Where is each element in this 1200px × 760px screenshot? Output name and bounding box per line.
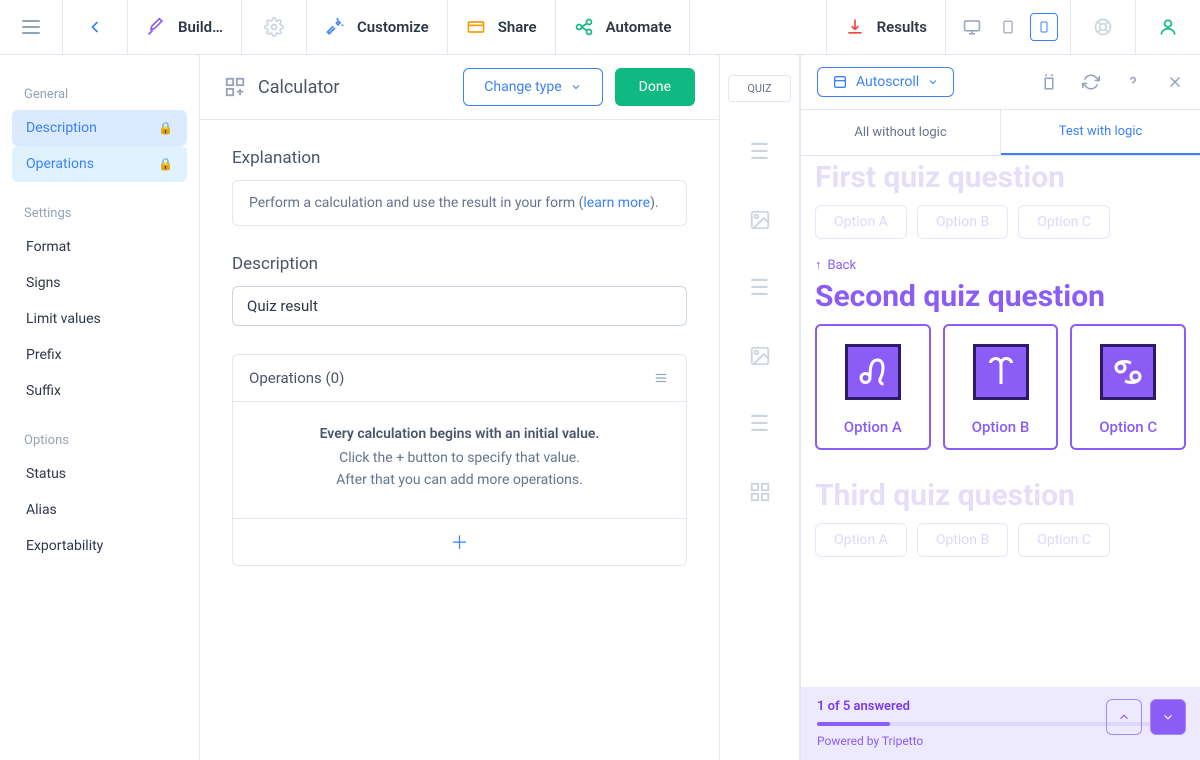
chevron-down-icon (570, 81, 582, 93)
tab-automate[interactable]: Automate (556, 0, 691, 54)
leo-icon (845, 344, 901, 400)
back-link[interactable]: ↑Back (815, 257, 1186, 273)
sidebar-item-prefix[interactable]: Prefix (12, 337, 187, 373)
q2-option-a[interactable]: Option A (815, 324, 931, 450)
settings-sidebar: General Description🔒 Operations🔒 Setting… (0, 55, 200, 760)
device-tablet[interactable] (994, 13, 1022, 41)
description-input[interactable] (232, 286, 687, 326)
quiz-chip[interactable]: QUIZ (728, 75, 791, 102)
outline-list-icon[interactable]: ☰ (720, 390, 799, 458)
q1-option-a[interactable]: Option A (815, 205, 907, 239)
sidebar-group-options: Options (12, 425, 187, 456)
tab-all-without-logic[interactable]: All without logic (801, 110, 1001, 155)
automate-icon (574, 17, 594, 37)
tab-customize[interactable]: Customize (307, 0, 448, 54)
chevron-up-icon (1117, 710, 1131, 724)
q1-option-c[interactable]: Option C (1018, 205, 1110, 239)
outline-image-icon[interactable] (720, 186, 799, 254)
next-question-button[interactable] (1150, 699, 1186, 735)
cancer-icon (1100, 344, 1156, 400)
q3-option-a[interactable]: Option A (815, 523, 907, 557)
question-3-title: Third quiz question (815, 478, 1186, 513)
tab-share[interactable]: Share (448, 0, 556, 54)
outline-calc-icon[interactable] (720, 458, 799, 526)
done-button[interactable]: Done (615, 68, 695, 106)
q2-option-c[interactable]: Option C (1070, 324, 1186, 450)
operations-title: Operations (0) (249, 369, 344, 387)
refresh-icon[interactable] (1082, 73, 1100, 91)
sidebar-item-description[interactable]: Description🔒 (12, 110, 187, 146)
close-icon[interactable] (1166, 73, 1184, 91)
add-operation-button[interactable]: ＋ (233, 518, 686, 565)
help-button[interactable] (1071, 0, 1136, 54)
form-outline: QUIZ ☰ ☰ ☰ (720, 55, 800, 760)
chevron-left-icon (85, 17, 105, 37)
autoscroll-icon (832, 74, 848, 90)
q1-option-b[interactable]: Option B (917, 205, 1008, 239)
tablet-icon (1001, 18, 1015, 36)
lock-icon: 🔒 (158, 157, 173, 171)
outline-image-icon[interactable] (720, 322, 799, 390)
arrow-up-icon: ↑ (815, 257, 822, 273)
device-mobile[interactable] (1030, 13, 1058, 41)
calculator-icon (224, 76, 246, 98)
question-1-title: First quiz question (815, 160, 1186, 195)
results-icon (845, 17, 865, 37)
q2-option-b[interactable]: Option B (943, 324, 1059, 450)
outline-list-icon[interactable]: ☰ (720, 118, 799, 186)
form-preview: First quiz question Option A Option B Op… (801, 156, 1200, 760)
operations-box: Operations (0) Every calculation begins … (232, 354, 687, 566)
chevron-down-icon (1161, 710, 1175, 724)
tab-build[interactable]: Build… (128, 0, 242, 54)
page-title: Calculator (258, 77, 339, 98)
collapse-icon[interactable] (1040, 73, 1058, 91)
sidebar-item-export[interactable]: Exportability (12, 528, 187, 564)
wand-icon (325, 17, 345, 37)
sidebar-group-settings: Settings (12, 198, 187, 229)
sidebar-item-format[interactable]: Format (12, 229, 187, 265)
q3-option-c[interactable]: Option C (1018, 523, 1110, 557)
menu-toggle[interactable] (0, 0, 63, 54)
tab-test-with-logic[interactable]: Test with logic (1001, 110, 1200, 155)
gear-icon (264, 17, 284, 37)
lock-icon: 🔒 (158, 121, 173, 135)
sidebar-item-suffix[interactable]: Suffix (12, 373, 187, 409)
list-icon[interactable] (652, 371, 670, 385)
lifebuoy-icon (1093, 17, 1113, 37)
account-button[interactable] (1136, 0, 1200, 54)
chevron-down-icon (927, 76, 939, 88)
prev-question-button[interactable] (1106, 699, 1142, 735)
hamburger-icon (22, 20, 40, 34)
sidebar-item-signs[interactable]: Signs (12, 265, 187, 301)
device-desktop[interactable] (958, 13, 986, 41)
question-2-title: Second quiz question (815, 279, 1186, 314)
autoscroll-dropdown[interactable]: Autoscroll (817, 67, 954, 97)
plus-icon: ＋ (451, 533, 469, 554)
change-type-button[interactable]: Change type (463, 68, 602, 106)
sidebar-item-limit[interactable]: Limit values (12, 301, 187, 337)
sidebar-item-alias[interactable]: Alias (12, 492, 187, 528)
mobile-icon (1038, 18, 1050, 36)
share-icon (466, 17, 486, 37)
user-icon (1158, 17, 1178, 37)
aries-icon (973, 344, 1029, 400)
progress-bar: 1 of 5 answered Powered by Tripetto (801, 687, 1200, 760)
build-settings[interactable] (242, 0, 307, 54)
build-icon (146, 17, 166, 37)
powered-by[interactable]: Powered by Tripetto (817, 734, 1184, 748)
explanation-title: Explanation (232, 148, 687, 168)
desktop-icon (963, 18, 981, 36)
learn-more-link[interactable]: learn more (583, 195, 650, 211)
sidebar-item-status[interactable]: Status (12, 456, 187, 492)
q3-option-b[interactable]: Option B (917, 523, 1008, 557)
sidebar-item-operations[interactable]: Operations🔒 (12, 146, 187, 182)
outline-list-icon[interactable]: ☰ (720, 254, 799, 322)
back-button[interactable] (63, 0, 128, 54)
explanation-box: Perform a calculation and use the result… (232, 180, 687, 226)
help-icon[interactable] (1124, 73, 1142, 91)
sidebar-group-general: General (12, 79, 187, 110)
description-title: Description (232, 254, 687, 274)
tab-results[interactable]: Results (827, 0, 946, 54)
